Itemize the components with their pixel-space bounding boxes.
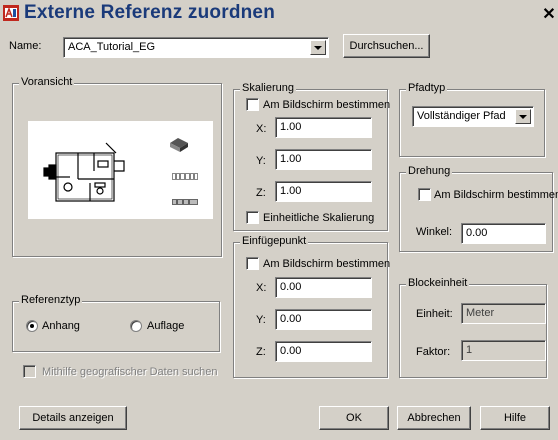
radio-anhang-label[interactable]: Anhang [42, 320, 80, 332]
reference-type-group-label: Referenztyp [19, 294, 83, 306]
radio-auflage[interactable] [130, 320, 142, 332]
floorplan-preview-drawing [43, 138, 198, 205]
block-unit-group-label: Blockeinheit [406, 277, 470, 289]
geo-search-label: Mithilfe geografischer Daten suchen [42, 366, 218, 378]
scale-x-input[interactable]: 1.00 [275, 117, 372, 138]
radio-anhang[interactable] [26, 320, 38, 332]
path-type-value: Vollständiger Pfad [417, 110, 506, 122]
name-value: ACA_Tutorial_EG [68, 41, 156, 53]
cancel-button[interactable]: Abbrechen [397, 406, 471, 430]
angle-input[interactable]: 0.00 [461, 223, 546, 244]
scale-z-input[interactable]: 1.00 [275, 181, 372, 202]
path-type-group-label: Pfadtyp [406, 82, 448, 94]
help-button[interactable]: Hilfe [480, 406, 550, 430]
ok-button[interactable]: OK [319, 406, 389, 430]
unit-value-field: Meter [461, 303, 546, 324]
chevron-down-icon [519, 114, 527, 119]
rotation-onscreen-label[interactable]: Am Bildschirm bestimmen [434, 189, 558, 201]
chevron-down-icon [314, 45, 322, 50]
scaling-onscreen-label[interactable]: Am Bildschirm bestimmen [263, 99, 390, 111]
insert-x-label: X: [256, 282, 267, 294]
preview-group-label: Voransicht [19, 76, 75, 88]
insert-x-input[interactable]: 0.00 [275, 277, 372, 298]
factor-value-field: 1 [461, 340, 546, 361]
name-dropdown-button[interactable] [310, 40, 326, 55]
insert-z-input[interactable]: 0.00 [275, 341, 372, 362]
scale-y-label: Y: [256, 155, 266, 167]
geo-search-checkbox[interactable] [23, 365, 36, 378]
unit-label: Einheit: [416, 308, 453, 320]
scale-x-label: X: [256, 123, 267, 135]
rotation-group-label: Drehung [406, 165, 453, 177]
details-button[interactable]: Details anzeigen [19, 406, 127, 430]
scale-y-input[interactable]: 1.00 [275, 149, 372, 170]
insertion-onscreen-label[interactable]: Am Bildschirm bestimmen [263, 258, 390, 270]
insertion-onscreen-checkbox[interactable] [246, 257, 259, 270]
angle-label: Winkel: [416, 226, 453, 238]
preview-image [28, 121, 213, 219]
factor-label: Faktor: [416, 346, 451, 358]
close-icon[interactable]: ✕ [542, 4, 556, 24]
name-combobox[interactable]: ACA_Tutorial_EG [63, 37, 329, 58]
insert-y-input[interactable]: 0.00 [275, 309, 372, 330]
block-unit-group: Blockeinheit [399, 277, 547, 378]
rotation-onscreen-checkbox[interactable] [418, 188, 431, 201]
app-icon [3, 5, 19, 21]
window-title: Externe Referenz zuordnen [24, 2, 275, 23]
title-bar: Externe Referenz zuordnen ✕ [0, 0, 558, 26]
insert-y-label: Y: [256, 314, 266, 326]
browse-button[interactable]: Durchsuchen... [343, 34, 430, 58]
scaling-group-label: Skalierung [240, 82, 296, 94]
scaling-onscreen-checkbox[interactable] [246, 98, 259, 111]
path-type-combobox[interactable]: Vollständiger Pfad [412, 106, 534, 127]
uniform-scale-label[interactable]: Einheitliche Skalierung [263, 212, 374, 224]
insertion-point-group-label: Einfügepunkt [240, 235, 309, 247]
uniform-scale-checkbox[interactable] [246, 211, 259, 224]
radio-auflage-label[interactable]: Auflage [147, 320, 184, 332]
path-type-dropdown-button[interactable] [515, 109, 531, 124]
scale-z-label: Z: [256, 187, 266, 199]
insert-z-label: Z: [256, 346, 266, 358]
xref-attach-dialog: Externe Referenz zuordnen ✕ Name: ACA_Tu… [0, 0, 558, 440]
name-label: Name: [9, 40, 42, 52]
radio-selected-dot [30, 324, 34, 328]
